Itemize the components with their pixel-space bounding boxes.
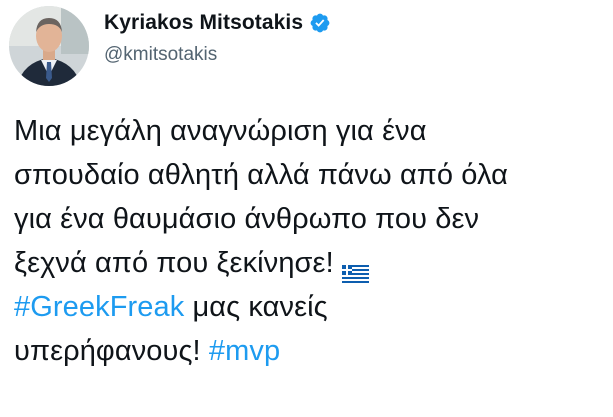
author-avatar[interactable] bbox=[9, 6, 89, 86]
hashtag-mvp-link[interactable]: #mvp bbox=[209, 335, 280, 367]
tweet-line-3: για ένα θαυμάσιο άνθρωπο που δεν bbox=[14, 203, 480, 235]
tweet-line-4-text: ξεχνά από που ξεκίνησε! bbox=[14, 247, 334, 279]
name-row: Kyriakos Mitsotakis bbox=[104, 8, 584, 38]
tweet-line-6-text: υπερήφανους! bbox=[14, 335, 209, 367]
tweet-line-4: ξεχνά από που ξεκίνησε! bbox=[14, 241, 604, 285]
greece-flag-icon bbox=[341, 252, 369, 284]
tweet-line-5-text: μας κανείς bbox=[184, 291, 328, 323]
tweet-line-6: υπερήφανους! #mvp bbox=[14, 329, 604, 373]
author-handle[interactable]: @kmitsotakis bbox=[104, 44, 584, 66]
author-display-name[interactable]: Kyriakos Mitsotakis bbox=[104, 11, 303, 35]
tweet-header: Kyriakos Mitsotakis @kmitsotakis bbox=[104, 8, 584, 72]
tweet-line-1: Μια μεγάλη αναγνώριση για ένα bbox=[14, 115, 427, 147]
tweet-line-5: #GreekFreak μας κανείς bbox=[14, 285, 604, 329]
tweet-line-2: σπουδαίο αθλητή αλλά πάνω από όλα bbox=[14, 159, 509, 191]
tweet-text: Μια μεγάλη αναγνώριση για ένα σπουδαίο α… bbox=[14, 109, 604, 373]
hashtag-greekfreak-link[interactable]: #GreekFreak bbox=[14, 291, 184, 323]
verified-badge-icon bbox=[309, 12, 331, 34]
tweet-card: Kyriakos Mitsotakis @kmitsotakis Μια μεγ… bbox=[0, 0, 613, 417]
avatar-photo bbox=[9, 6, 89, 86]
